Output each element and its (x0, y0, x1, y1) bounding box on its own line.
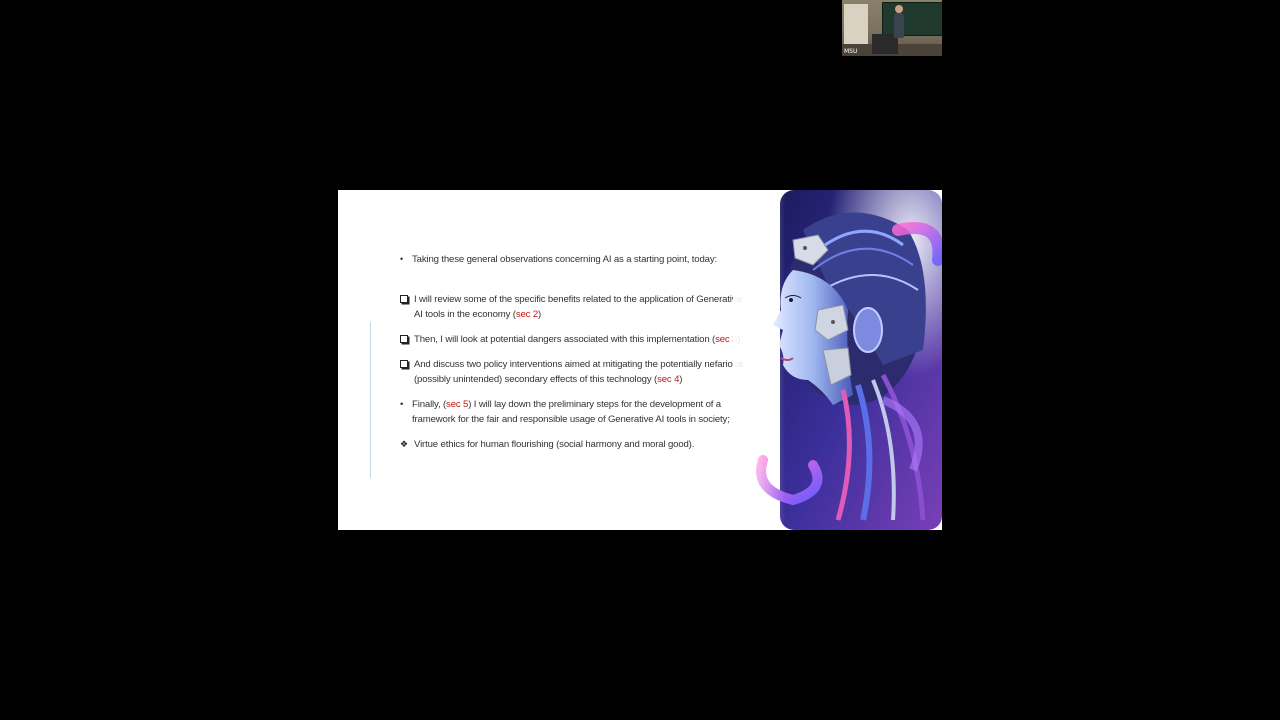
section-reference: sec 5 (446, 399, 469, 410)
list-item: • Finally, (sec 5) I will lay down the p… (400, 397, 750, 427)
checkbox-icon (400, 332, 414, 347)
intro-bullet: • Taking these general observations conc… (400, 252, 750, 267)
slide-content: • Taking these general observations conc… (400, 252, 750, 452)
list-item: I will review some of the specific benef… (400, 292, 750, 322)
final-text: Virtue ethics for human flourishing (soc… (414, 439, 695, 450)
checkbox-icon (400, 292, 414, 307)
item-text: Then, I will look at potential dangers a… (414, 334, 713, 345)
webcam-door (844, 4, 868, 48)
intro-text: Taking these general observations concer… (412, 254, 718, 265)
list-item-text: Finally, (sec 5) I will lay down the pre… (412, 399, 730, 425)
section-reference: sec 4 (657, 374, 680, 385)
slide-accent-line (370, 322, 371, 478)
list-item-final: ❖ Virtue ethics for human flourishing (s… (400, 437, 750, 452)
bullet-icon: • (400, 254, 404, 264)
video-stage: MSU • Taking these general observations … (0, 0, 1280, 720)
list-item: And discuss two policy interventions aim… (400, 357, 750, 387)
item-text: I will review some of the specific benef… (414, 294, 742, 320)
item-text: And discuss two policy interventions aim… (414, 359, 743, 385)
checkbox-icon (400, 357, 414, 372)
list-item: Then, I will look at potential dangers a… (400, 332, 750, 347)
list-item-text: I will review some of the specific benef… (414, 294, 742, 320)
item-text: Finally, (412, 399, 443, 410)
webcam-presenter (894, 5, 904, 38)
section-reference: sec 2 (515, 309, 539, 320)
presentation-slide: • Taking these general observations conc… (338, 190, 942, 530)
list-item-text: And discuss two policy interventions aim… (414, 359, 743, 385)
webcam-blackboard (882, 2, 942, 36)
diamond-bullet-icon: ❖ (400, 439, 408, 449)
presenter-webcam-thumbnail[interactable]: MSU (842, 0, 942, 56)
ai-humanoid-image (733, 190, 942, 530)
webcam-tag: MSU (844, 48, 858, 55)
list-item-text: Then, I will look at potential dangers a… (414, 334, 740, 345)
bullet-icon: • (400, 399, 404, 410)
